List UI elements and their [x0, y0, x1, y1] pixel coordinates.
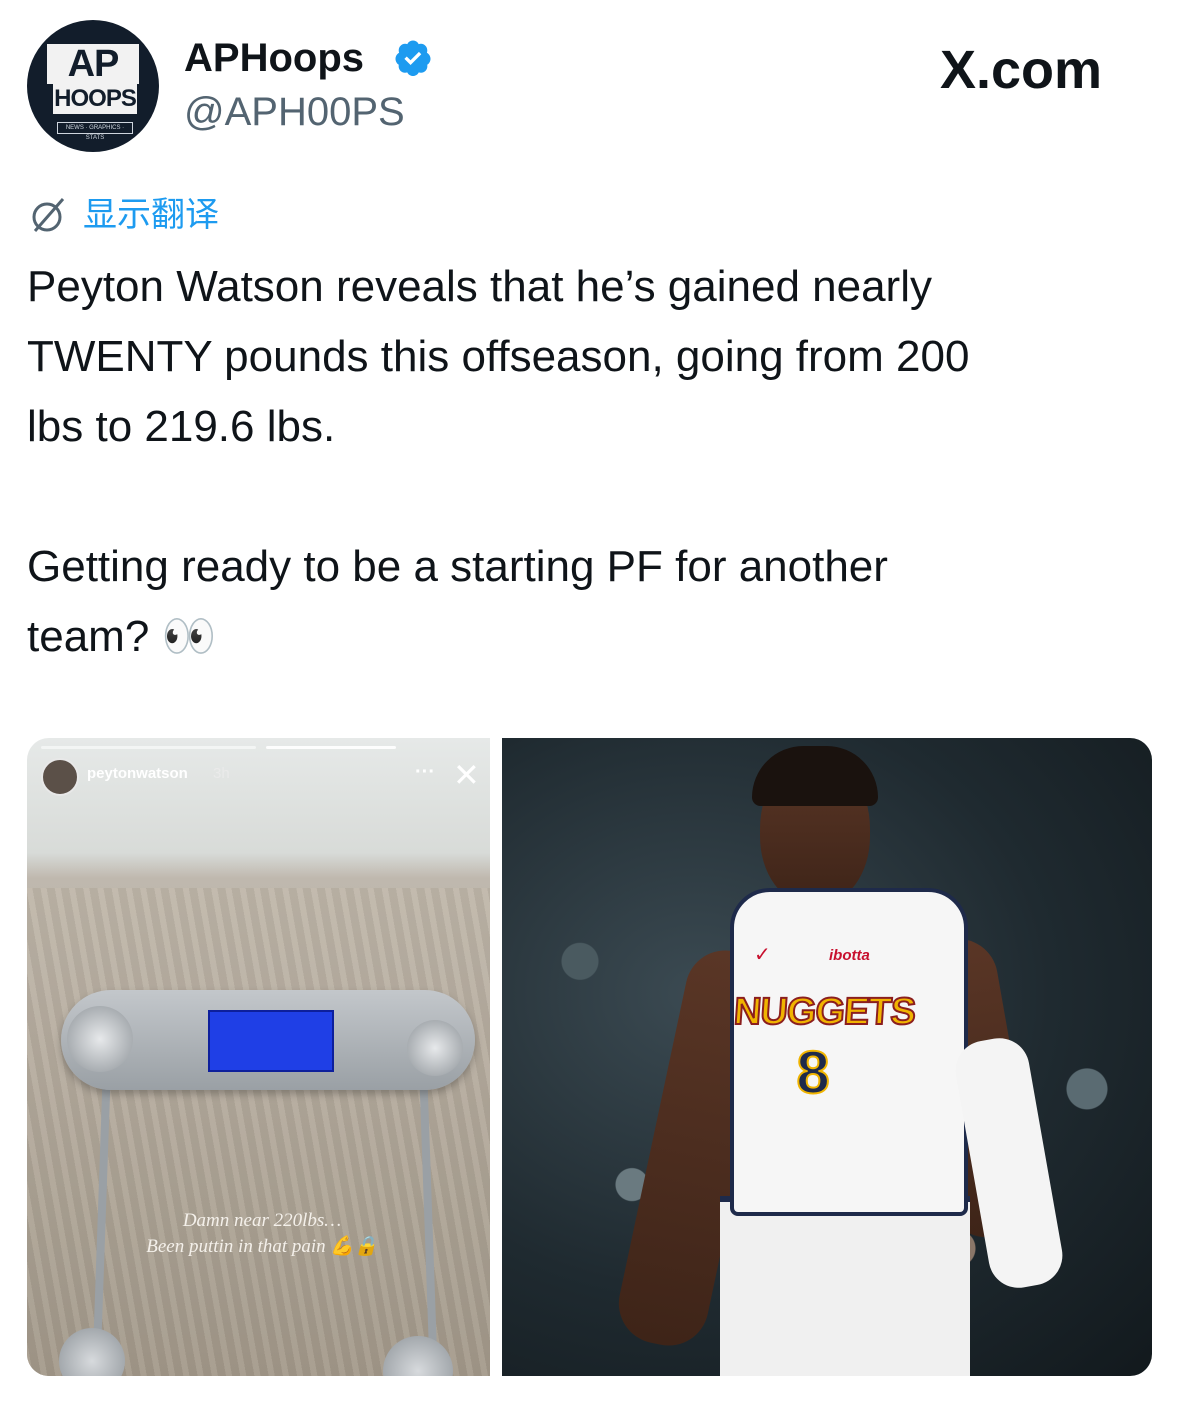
scale-sensor-pad [407, 1020, 463, 1076]
story-username: peytonwatson [87, 765, 188, 782]
story-progress [41, 746, 481, 750]
player-shorts [720, 1196, 970, 1376]
scale-display [208, 1010, 334, 1072]
avatar-logo-ap: AP [47, 44, 139, 84]
display-name[interactable]: APHoops [184, 34, 364, 82]
jersey-sponsor: ibotta [829, 947, 870, 964]
verified-badge-icon [395, 40, 431, 76]
show-translation-link[interactable]: 显示翻译 [27, 193, 219, 237]
user-handle[interactable]: @APH00PS [184, 88, 405, 136]
jersey-team-name: NUGGETS [732, 990, 918, 1034]
story-caption: Damn near 220lbs… Been puttin in that pa… [97, 1208, 427, 1260]
translate-label: 显示翻译 [83, 195, 219, 235]
story-timestamp: 3h [213, 765, 230, 782]
avatar-logo-tags: NEWS · GRAPHICS · STATS [57, 122, 133, 141]
media-image-scale-story[interactable]: peytonwatson 3h ··· ✕ Damn near 220lbs… … [27, 738, 490, 1376]
story-caption-line: Damn near 220lbs… [182, 1210, 342, 1231]
story-progress-segment [41, 746, 256, 749]
profile-avatar[interactable]: AP HOOPS NEWS · GRAPHICS · STATS [27, 20, 159, 152]
scale-sensor-pad [67, 1006, 133, 1072]
more-options-icon: ··· [415, 761, 435, 783]
story-caption-line: Been puttin in that pain 💪🔒 [146, 1236, 378, 1257]
jersey-number: 8 [795, 1038, 830, 1107]
player-jersey [730, 888, 968, 1216]
swoosh-logo-icon: ✓ [754, 942, 771, 966]
story-progress-segment [266, 746, 396, 749]
tweet-text: Peyton Watson reveals that he’s gained n… [27, 262, 970, 661]
close-icon: ✕ [453, 756, 480, 794]
site-watermark: X.com [940, 40, 1103, 100]
avatar-logo-hoops: HOOPS [53, 84, 137, 114]
media-image-player[interactable]: ibotta ✓ NUGGETS 8 [502, 738, 1152, 1376]
translate-globe-icon [32, 198, 65, 232]
story-user-avatar [41, 758, 79, 796]
